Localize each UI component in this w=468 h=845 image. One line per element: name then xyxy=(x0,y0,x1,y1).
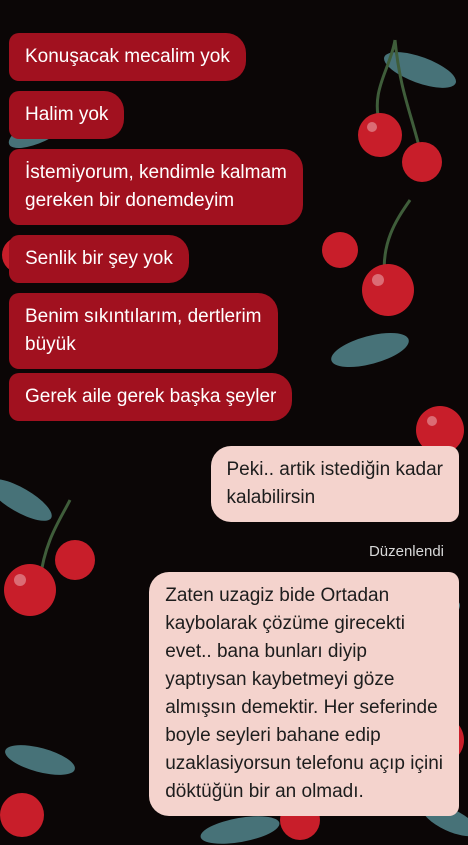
incoming-message[interactable]: Halim yok xyxy=(9,91,125,139)
incoming-message[interactable]: Konuşacak mecalim yok xyxy=(9,33,246,81)
incoming-message[interactable]: İstemiyorum, kendimle kalmam gereken bir… xyxy=(9,149,303,225)
outgoing-message[interactable]: Peki.. artik istediğin kadar kalabilirsi… xyxy=(210,446,459,522)
incoming-message[interactable]: Benim sıkıntılarım, dertlerim büyük xyxy=(9,293,278,369)
incoming-message[interactable]: Gerek aile gerek başka şeyler xyxy=(9,373,293,421)
incoming-message[interactable]: Senlik bir şey yok xyxy=(9,235,189,283)
edited-label: Düzenlendi xyxy=(368,543,444,560)
outgoing-message[interactable]: Zaten uzagiz bide Ortadan kaybolarak çöz… xyxy=(149,572,459,816)
conversation: Konuşacak mecalim yok Halim yok İstemiyo… xyxy=(0,0,468,845)
